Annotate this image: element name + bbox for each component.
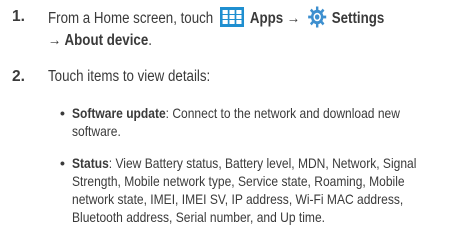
period: . — [148, 32, 152, 49]
bullet-text: : Connect to the network and download ne… — [165, 105, 400, 121]
arrow: → — [283, 10, 304, 27]
bullet-line: Software update: Connect to the network … — [72, 104, 452, 122]
bullet-text: software. — [72, 123, 121, 139]
bullet-line: network state, IMEI, IMEI SV, IP address… — [72, 190, 452, 208]
bullet-line: Bluetooth address, Serial number, and Up… — [72, 208, 452, 226]
step-1-line-1: From a Home screen, touch Apps → Setting… — [48, 6, 453, 30]
bullet-term: Status — [72, 155, 109, 171]
document-page: 1. From a Home screen, touch Apps → Sett… — [0, 0, 457, 245]
bullet-dot: • — [60, 155, 65, 171]
bullet-term: Software update — [72, 105, 166, 121]
bullet-text: network state, IMEI, IMEI SV, IP address… — [72, 191, 404, 207]
step-2-text: Touch items to view details: — [48, 66, 453, 88]
step-1-line-2: → About device. — [48, 30, 453, 52]
about-device-label: About device — [64, 32, 149, 49]
step-text: From a Home screen, touch — [48, 10, 217, 27]
bullet-status: • Status: View Battery status, Battery l… — [60, 154, 452, 226]
bullet-line: software. — [72, 122, 452, 140]
arrow: → — [48, 32, 65, 49]
step-text: Touch items to view details: — [48, 68, 211, 85]
bullet-text: Bluetooth address, Serial number, and Up… — [72, 209, 325, 225]
bullet-line: Strength, Mobile network type, Service s… — [72, 172, 452, 190]
bullet-text: Strength, Mobile network type, Service s… — [72, 173, 405, 189]
bullet-line: Status: View Battery status, Battery lev… — [72, 154, 452, 172]
apps-label: Apps — [249, 10, 284, 27]
settings-gear-icon — [307, 6, 326, 28]
bullet-dot: • — [60, 105, 65, 121]
bullet-text: : View Battery status, Battery level, MD… — [108, 155, 417, 171]
step-1-text: From a Home screen, touch Apps → Setting… — [48, 6, 453, 52]
step-number: 1. — [12, 8, 25, 25]
bullet-software-update: • Software update: Connect to the networ… — [60, 104, 452, 140]
settings-label: Settings — [331, 10, 385, 27]
apps-grid-icon — [220, 7, 245, 27]
step-number: 2. — [12, 68, 25, 85]
